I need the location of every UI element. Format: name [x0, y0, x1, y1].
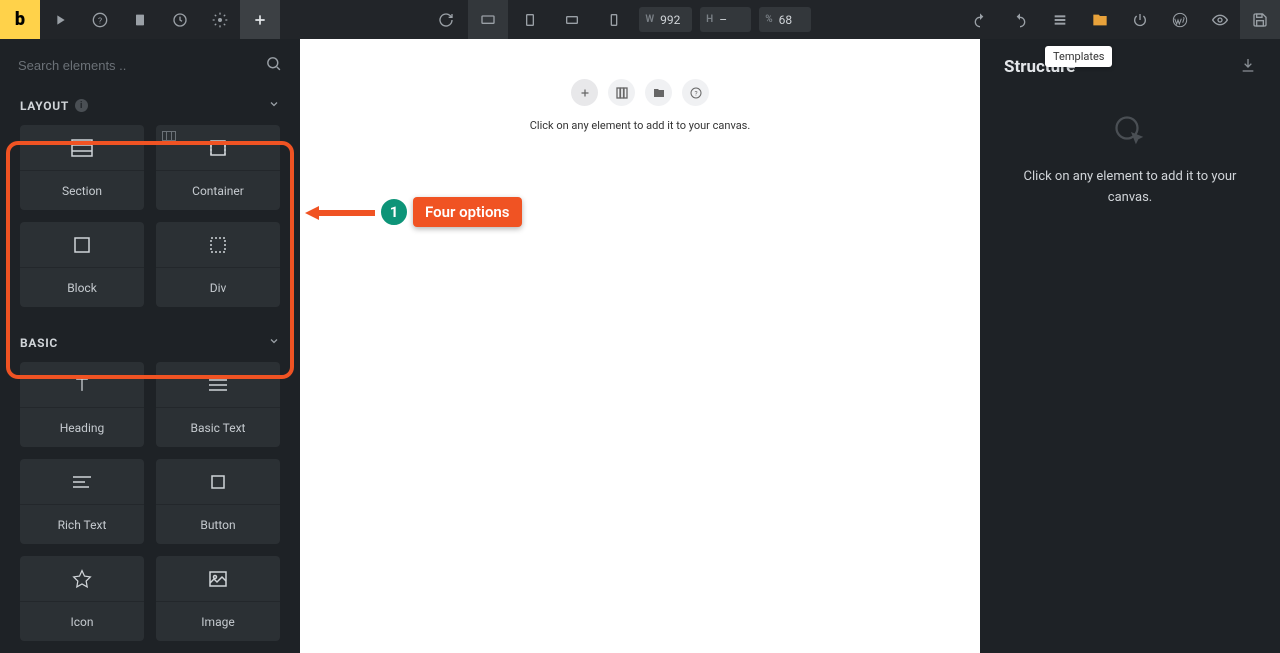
preview-button[interactable]	[1200, 0, 1240, 39]
height-label: H	[706, 14, 713, 25]
structure-empty-text: Click on any element to add it to your c…	[1004, 167, 1256, 209]
width-label: W	[645, 14, 654, 25]
element-container[interactable]: Container	[156, 125, 280, 210]
download-icon[interactable]	[1240, 57, 1256, 77]
viewport-tablet-landscape-button[interactable]	[552, 0, 592, 39]
element-icon[interactable]: Icon	[20, 556, 144, 641]
annotation-callout: 1 Four options	[305, 197, 522, 227]
element-basic-text[interactable]: Basic Text	[156, 362, 280, 447]
element-div[interactable]: Div	[156, 222, 280, 307]
element-section[interactable]: Section	[20, 125, 144, 210]
image-icon	[156, 556, 280, 602]
element-label: Heading	[60, 408, 105, 447]
cursor-icon	[1112, 113, 1148, 149]
canvas-library-button[interactable]	[645, 79, 672, 106]
search-icon[interactable]	[265, 55, 282, 76]
add-element-button[interactable]	[240, 0, 280, 39]
templates-button[interactable]	[1080, 0, 1120, 39]
settings-button[interactable]	[200, 0, 240, 39]
annotation-label: Four options	[413, 197, 522, 227]
canvas-help-button[interactable]: ?	[682, 79, 709, 106]
width-value: 992	[660, 13, 686, 27]
top-toolbar: b ? W992 H– %68 Templates	[0, 0, 1280, 39]
wordpress-button[interactable]	[1160, 0, 1200, 39]
zoom-value: 68	[779, 13, 805, 27]
undo-button[interactable]	[960, 0, 1000, 39]
viewport-tablet-portrait-button[interactable]	[510, 0, 550, 39]
chevron-down-icon	[268, 335, 280, 350]
power-button[interactable]	[1120, 0, 1160, 39]
svg-text:?: ?	[98, 16, 102, 26]
zoom-field[interactable]: % 68	[759, 7, 810, 32]
canvas[interactable]: ? Click on any element to add it to your…	[300, 39, 980, 653]
pages-button[interactable]	[120, 0, 160, 39]
height-value: –	[719, 13, 745, 27]
basic-text-icon	[156, 362, 280, 408]
basic-section-title: BASIC	[20, 336, 58, 350]
info-icon[interactable]: i	[75, 99, 88, 112]
div-icon	[156, 222, 280, 268]
arrow-left-icon	[305, 205, 375, 219]
canvas-hint-text: Click on any element to add it to your c…	[530, 119, 751, 132]
viewport-desktop-button[interactable]	[468, 0, 508, 39]
templates-tooltip: Templates	[1045, 46, 1112, 67]
zoom-label: %	[765, 14, 772, 25]
element-button[interactable]: Button	[156, 459, 280, 544]
section-icon	[20, 125, 144, 171]
element-label: Section	[62, 171, 102, 210]
element-label: Container	[192, 171, 244, 210]
layout-section-header[interactable]: LAYOUT i	[0, 86, 300, 125]
element-label: Div	[210, 268, 227, 307]
element-block[interactable]: Block	[20, 222, 144, 307]
save-button[interactable]	[1240, 0, 1280, 39]
element-rich-text[interactable]: Rich Text	[20, 459, 144, 544]
element-heading[interactable]: Heading	[20, 362, 144, 447]
button-icon	[156, 459, 280, 505]
play-button[interactable]	[40, 0, 80, 39]
star-icon	[20, 556, 144, 602]
reload-button[interactable]	[426, 0, 466, 39]
basic-section-header[interactable]: BASIC	[0, 323, 300, 362]
heading-icon	[20, 362, 144, 408]
annotation-number-badge: 1	[379, 197, 409, 227]
revisions-button[interactable]	[160, 0, 200, 39]
search-input[interactable]	[18, 58, 257, 73]
grid-icon	[162, 131, 176, 141]
width-field[interactable]: W 992	[639, 7, 692, 32]
elements-panel: LAYOUT i Section Container Block Div	[0, 39, 300, 653]
structure-toggle-button[interactable]	[1040, 0, 1080, 39]
layout-section-title: LAYOUT	[20, 99, 69, 113]
height-field[interactable]: H–	[700, 7, 751, 32]
element-label: Rich Text	[58, 505, 107, 544]
element-label: Icon	[70, 602, 93, 641]
canvas-add-button[interactable]	[571, 79, 598, 106]
app-logo[interactable]: b	[0, 0, 40, 39]
rich-text-icon	[20, 459, 144, 505]
svg-text:?: ?	[694, 89, 697, 97]
canvas-columns-button[interactable]	[608, 79, 635, 106]
canvas-quick-toolbar: ?	[571, 79, 709, 106]
block-icon	[20, 222, 144, 268]
element-label: Block	[67, 268, 97, 307]
element-label: Button	[200, 505, 235, 544]
element-image[interactable]: Image	[156, 556, 280, 641]
viewport-mobile-button[interactable]	[594, 0, 634, 39]
chevron-down-icon	[268, 98, 280, 113]
structure-panel: Structure Click on any element to add it…	[980, 39, 1280, 653]
element-label: Basic Text	[191, 408, 246, 447]
redo-button[interactable]	[1000, 0, 1040, 39]
help-button[interactable]: ?	[80, 0, 120, 39]
element-label: Image	[201, 602, 234, 641]
